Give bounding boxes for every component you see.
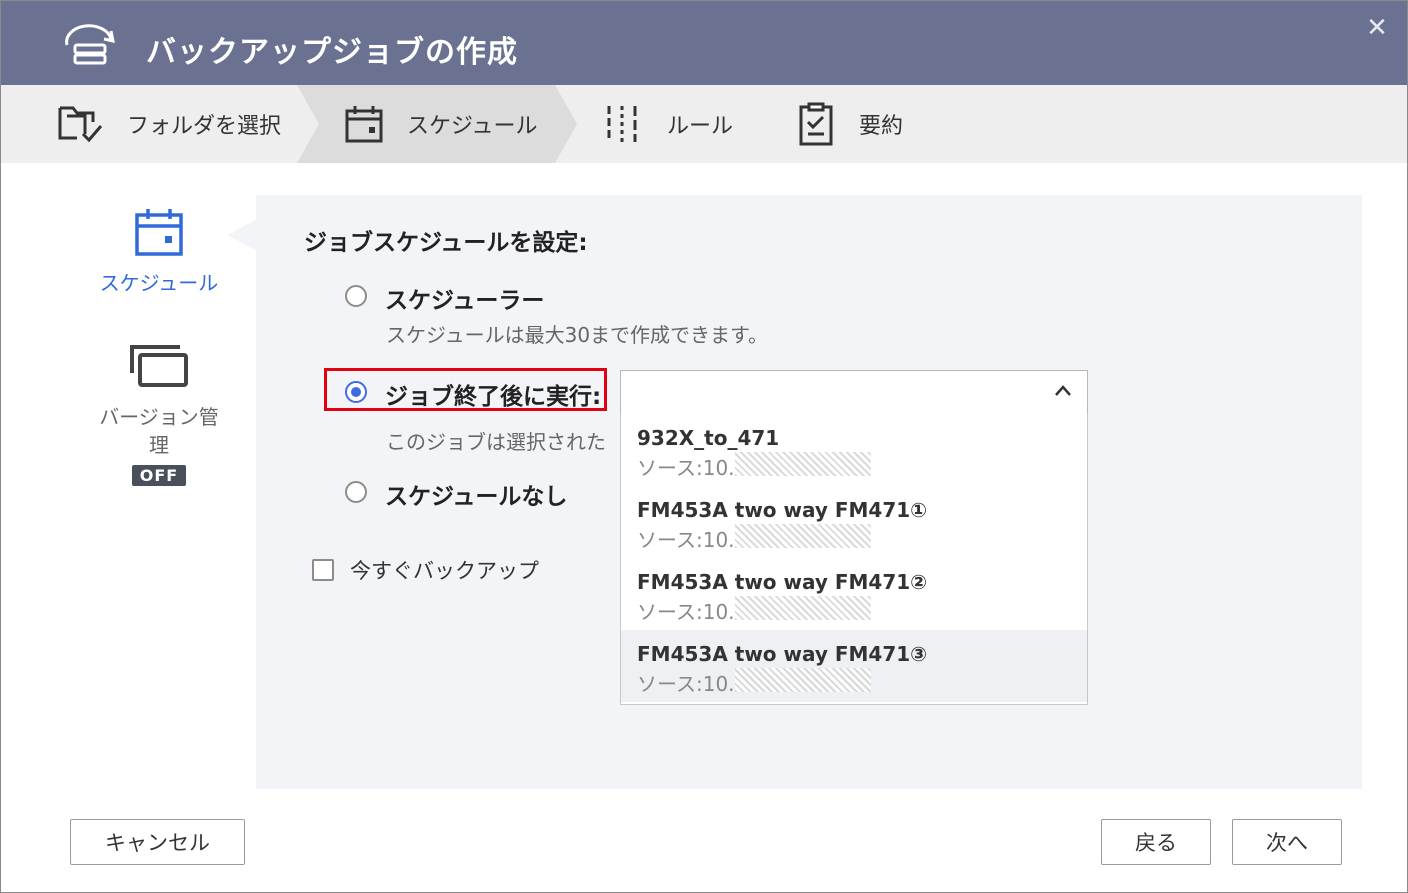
option-source: ソース:10. [637,528,735,552]
back-button[interactable]: 戻る [1101,819,1211,865]
redacted-ip [735,524,871,548]
backup-now-label: 今すぐバックアップ [350,559,539,583]
option-label-after-job: ジョブ終了後に実行: [385,384,602,410]
next-button[interactable]: 次へ [1232,819,1342,865]
option-source: ソース:10. [637,672,735,696]
backup-now-checkbox[interactable] [312,559,334,581]
panel-pointer [227,219,257,251]
option-source: ソース:10. [637,456,735,480]
dropdown-list: 932X_to_471 ソース:10. FM453A two way FM471… [620,414,1088,705]
step-label: フォルダを選択 [127,114,282,139]
job-select-dropdown[interactable] [620,370,1088,415]
sidebar-item-schedule[interactable]: スケジュール [89,207,229,297]
chevron-up-icon [1053,381,1073,401]
cancel-button[interactable]: キャンセル [70,819,245,865]
sidebar-item-label: スケジュール [99,271,219,295]
dialog-window: バックアップジョブの作成 ✕ フォルダを選択 スケジュール ルール 要約 スケジ… [0,0,1408,893]
sliders-icon [605,104,639,144]
step-select-folder: フォルダを選択 [57,85,281,163]
radio-no-schedule[interactable] [345,481,367,503]
redacted-ip [735,668,871,692]
dialog-title: バックアップジョブの作成 [146,35,518,70]
redacted-ip [735,452,871,476]
folder-check-icon [57,102,105,146]
option-source: ソース:10. [637,600,735,624]
section-heading: ジョブスケジュールを設定: [304,230,588,256]
dropdown-option[interactable]: FM453A two way FM471① ソース:10. [621,486,1087,558]
step-rules: ルール [605,85,733,163]
option-desc-scheduler: スケジュールは最大30まで作成できます。 [386,323,769,347]
redacted-ip [735,596,871,620]
option-name: FM453A two way FM471② [637,570,928,594]
calendar-icon [134,207,184,261]
versions-icon [128,341,190,393]
radio-after-job[interactable] [345,381,367,403]
calendar-icon [345,104,383,144]
dropdown-option[interactable]: 932X_to_471 ソース:10. [621,414,1087,486]
step-label: スケジュール [407,114,538,139]
dropdown-option[interactable]: FM453A two way FM471③ ソース:10. [621,630,1087,702]
option-name: FM453A two way FM471① [637,498,928,522]
step-label: 要約 [859,114,904,139]
option-label-scheduler: スケジューラー [385,288,545,314]
backup-app-icon [61,23,121,67]
dropdown-option[interactable]: FM453A two way FM471② ソース:10. [621,558,1087,630]
option-label-no-schedule: スケジュールなし [385,484,568,510]
step-summary: 要約 [799,85,903,163]
status-badge: OFF [131,465,187,486]
sidebar-item-label: バージョン管理 [99,405,219,457]
wizard-steps: フォルダを選択 スケジュール ルール 要約 [1,85,1407,163]
title-bar: バックアップジョブの作成 ✕ [1,1,1407,85]
radio-scheduler[interactable] [345,285,367,307]
option-name: 932X_to_471 [637,426,780,450]
step-label: ルール [667,114,734,139]
option-name: FM453A two way FM471③ [637,642,928,666]
sidebar-item-versioning[interactable]: バージョン管理 OFF [89,341,229,486]
option-desc-after-job: このジョブは選択された [386,430,606,454]
clipboard-icon [799,102,833,146]
step-schedule: スケジュール [345,85,537,163]
close-icon[interactable]: ✕ [1364,15,1390,41]
